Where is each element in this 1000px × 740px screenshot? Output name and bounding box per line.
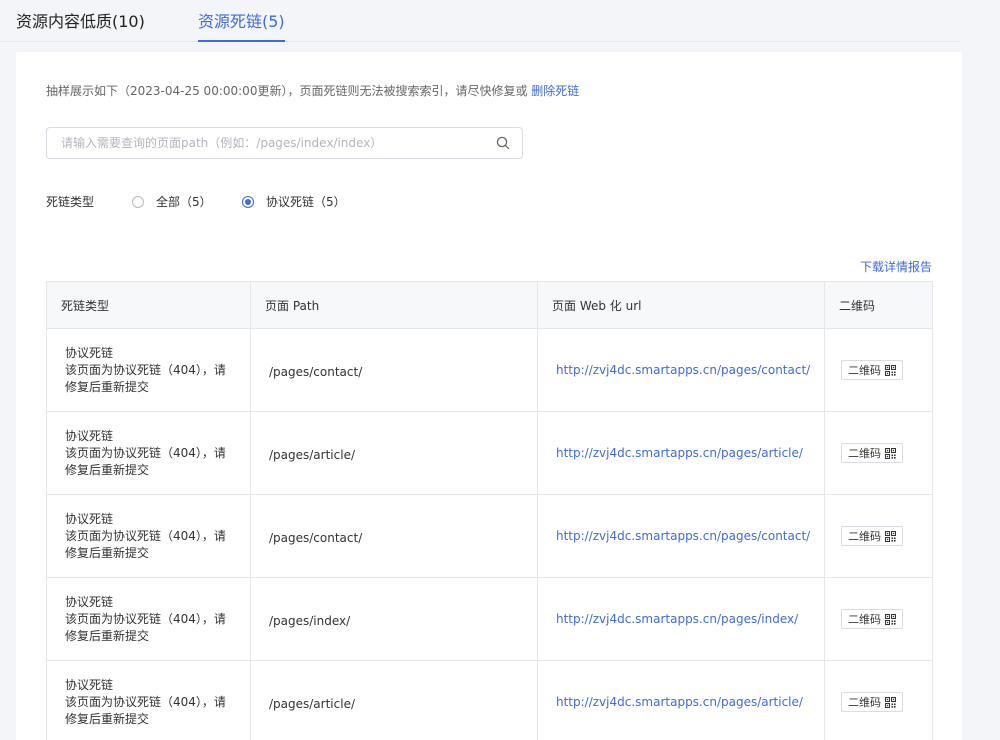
dead-link-desc-cont: 修复后重新提交 — [65, 711, 150, 726]
qr-code-button[interactable]: 二维码 — [841, 692, 903, 712]
dead-link-desc-cont: 修复后重新提交 — [65, 628, 150, 643]
qr-code-label: 二维码 — [848, 364, 881, 377]
qr-code-label: 二维码 — [848, 613, 881, 626]
cell-type: 协议死链 该页面为协议死链（404），请 修复后重新提交 — [46, 328, 251, 412]
notice-text: 抽样展示如下（2023-04-25 00:00:00更新），页面死链则无法被搜索… — [46, 82, 579, 99]
web-url-link[interactable]: http://zvj4dc.smartapps.cn/pages/article… — [556, 695, 803, 709]
cell-type: 协议死链 该页面为协议死链（404），请 修复后重新提交 — [46, 660, 251, 740]
qr-code-icon — [885, 530, 896, 542]
header-qr: 二维码 — [824, 281, 933, 329]
dead-link-desc: 该页面为协议死链（404），请 — [65, 362, 226, 377]
radio-dot[interactable] — [242, 196, 254, 208]
radio-protocol-dead-link[interactable]: 协议死链（5） — [242, 194, 346, 210]
qr-code-button[interactable]: 二维码 — [841, 609, 903, 629]
table-row: 协议死链 该页面为协议死链（404），请 修复后重新提交 /pages/cont… — [46, 494, 933, 578]
radio-protocol-label: 协议死链（5） — [266, 195, 346, 209]
qr-code-icon — [885, 364, 896, 376]
radio-all-label: 全部（5） — [156, 195, 212, 209]
search-box — [46, 127, 523, 159]
qr-code-button[interactable]: 二维码 — [841, 526, 903, 546]
cell-url: http://zvj4dc.smartapps.cn/pages/article… — [537, 660, 825, 740]
table-row: 协议死链 该页面为协议死链（404），请 修复后重新提交 /pages/arti… — [46, 411, 933, 495]
dead-link-desc-cont: 修复后重新提交 — [65, 545, 150, 560]
cell-qr: 二维码 — [824, 577, 933, 661]
cell-path: /pages/index/ — [250, 577, 538, 661]
header-url: 页面 Web 化 url — [537, 281, 825, 329]
dead-link-type: 协议死链 — [65, 511, 114, 526]
cell-qr: 二维码 — [824, 328, 933, 412]
cell-path: /pages/contact/ — [250, 494, 538, 578]
tab-dead-links[interactable]: 资源死链(5) — [198, 12, 285, 42]
tab-low-quality[interactable]: 资源内容低质(10) — [16, 12, 145, 42]
cell-url: http://zvj4dc.smartapps.cn/pages/index/ — [537, 577, 825, 661]
dead-link-desc: 该页面为协议死链（404），请 — [65, 445, 226, 460]
tab-bar: 资源内容低质(10) 资源死链(5) — [0, 0, 960, 42]
header-type: 死链类型 — [46, 281, 251, 329]
download-report-link[interactable]: 下载详情报告 — [860, 258, 932, 275]
cell-qr: 二维码 — [824, 494, 933, 578]
dead-link-desc: 该页面为协议死链（404），请 — [65, 528, 226, 543]
cell-path: /pages/article/ — [250, 411, 538, 495]
search-input[interactable] — [61, 128, 481, 158]
cell-qr: 二维码 — [824, 411, 933, 495]
search-icon[interactable] — [496, 136, 510, 150]
dead-link-desc-cont: 修复后重新提交 — [65, 462, 150, 477]
dead-link-type: 协议死链 — [65, 677, 114, 692]
cell-type: 协议死链 该页面为协议死链（404），请 修复后重新提交 — [46, 577, 251, 661]
delete-dead-links-link[interactable]: 删除死链 — [531, 84, 579, 98]
content-card: 抽样展示如下（2023-04-25 00:00:00更新），页面死链则无法被搜索… — [16, 52, 962, 740]
qr-code-icon — [885, 696, 896, 708]
qr-code-icon — [885, 447, 896, 459]
header-path: 页面 Path — [250, 281, 538, 329]
table-row: 协议死链 该页面为协议死链（404），请 修复后重新提交 /pages/arti… — [46, 660, 933, 740]
cell-type: 协议死链 该页面为协议死链（404），请 修复后重新提交 — [46, 411, 251, 495]
web-url-link[interactable]: http://zvj4dc.smartapps.cn/pages/contact… — [556, 529, 810, 543]
table-row: 协议死链 该页面为协议死链（404），请 修复后重新提交 /pages/inde… — [46, 577, 933, 661]
dead-link-type: 协议死链 — [65, 428, 114, 443]
qr-code-button[interactable]: 二维码 — [841, 360, 903, 380]
table-body: 协议死链 该页面为协议死链（404），请 修复后重新提交 /pages/cont… — [46, 328, 933, 740]
cell-qr: 二维码 — [824, 660, 933, 740]
table-row: 协议死链 该页面为协议死链（404），请 修复后重新提交 /pages/cont… — [46, 328, 933, 412]
cell-url: http://zvj4dc.smartapps.cn/pages/contact… — [537, 328, 825, 412]
dead-link-desc-cont: 修复后重新提交 — [65, 379, 150, 394]
cell-path: /pages/contact/ — [250, 328, 538, 412]
filter-label: 死链类型 — [46, 195, 95, 209]
web-url-link[interactable]: http://zvj4dc.smartapps.cn/pages/article… — [556, 446, 803, 460]
dead-link-type: 协议死链 — [65, 345, 114, 360]
radio-all[interactable]: 全部（5） — [132, 194, 212, 210]
dead-link-desc: 该页面为协议死链（404），请 — [65, 611, 226, 626]
cell-url: http://zvj4dc.smartapps.cn/pages/contact… — [537, 494, 825, 578]
cell-path: /pages/article/ — [250, 660, 538, 740]
qr-code-button[interactable]: 二维码 — [841, 443, 903, 463]
notice-message: 抽样展示如下（2023-04-25 00:00:00更新），页面死链则无法被搜索… — [46, 84, 528, 98]
dead-link-table: 死链类型 页面 Path 页面 Web 化 url 二维码 协议死链 该页面为协… — [46, 281, 933, 740]
dead-link-desc: 该页面为协议死链（404），请 — [65, 694, 226, 709]
web-url-link[interactable]: http://zvj4dc.smartapps.cn/pages/index/ — [556, 612, 798, 626]
qr-code-label: 二维码 — [848, 447, 881, 460]
web-url-link[interactable]: http://zvj4dc.smartapps.cn/pages/contact… — [556, 363, 810, 377]
cell-type: 协议死链 该页面为协议死链（404），请 修复后重新提交 — [46, 494, 251, 578]
qr-code-label: 二维码 — [848, 696, 881, 709]
radio-dot[interactable] — [132, 196, 144, 208]
qr-code-icon — [885, 613, 896, 625]
cell-url: http://zvj4dc.smartapps.cn/pages/article… — [537, 411, 825, 495]
dead-link-type: 协议死链 — [65, 594, 114, 609]
table-header-row: 死链类型 页面 Path 页面 Web 化 url 二维码 — [46, 281, 933, 329]
qr-code-label: 二维码 — [848, 530, 881, 543]
